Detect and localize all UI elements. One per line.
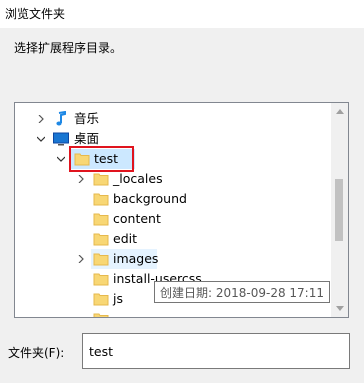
tree-item-locales[interactable]: _locales (15, 169, 331, 189)
tree-item-music[interactable]: 音乐 (15, 109, 331, 129)
folder-input[interactable] (82, 333, 350, 369)
folder-icon (93, 271, 109, 287)
tree-item-background[interactable]: background (15, 189, 331, 209)
vertical-scrollbar[interactable] (331, 103, 348, 317)
folder-icon (93, 211, 109, 227)
desktop-icon (53, 131, 69, 147)
scrollbar-thumb[interactable] (335, 179, 343, 241)
scroll-up-icon[interactable] (331, 103, 348, 120)
folder-icon (93, 231, 109, 247)
tree-item-label: 音乐 (74, 111, 100, 126)
tree-item-label: js (113, 291, 123, 306)
chevron-right-icon[interactable] (35, 109, 47, 129)
folder-icon (93, 171, 109, 187)
chevron-down-icon[interactable] (55, 149, 67, 169)
chevron-right-icon[interactable] (75, 169, 87, 189)
title-bar[interactable]: 浏览文件夹 (0, 0, 364, 28)
tree-item-label: _locales (113, 171, 163, 186)
music-icon (53, 110, 69, 127)
chevron-right-icon[interactable] (75, 249, 87, 269)
tree-item-content[interactable]: content (15, 209, 331, 229)
instruction-text: 选择扩展程序目录。 (14, 41, 123, 55)
folder-field-label: 文件夹(F): (8, 346, 65, 360)
browse-folder-dialog: 浏览文件夹 选择扩展程序目录。 音乐 桌面 test _locales back… (0, 0, 364, 383)
folder-icon (93, 251, 109, 267)
tree-item-desktop[interactable]: 桌面 (15, 129, 331, 149)
tree-item-label: content (113, 211, 161, 226)
tree-item-label: images (113, 251, 159, 266)
tree-item-partial[interactable] (15, 309, 331, 317)
window-title: 浏览文件夹 (5, 7, 66, 21)
tooltip: 创建日期: 2018-09-28 17:11 (154, 281, 330, 303)
folder-icon (93, 311, 109, 317)
tree-item-label: edit (113, 231, 137, 246)
folder-icon (93, 191, 109, 207)
scroll-down-icon[interactable] (331, 300, 348, 317)
chevron-down-icon[interactable] (35, 129, 47, 149)
folder-icon (93, 291, 109, 307)
tree-item-images[interactable]: images (15, 249, 331, 269)
tree-item-test[interactable]: test (15, 149, 331, 169)
tree-item-edit[interactable]: edit (15, 229, 331, 249)
tree-item-label: background (113, 191, 187, 206)
